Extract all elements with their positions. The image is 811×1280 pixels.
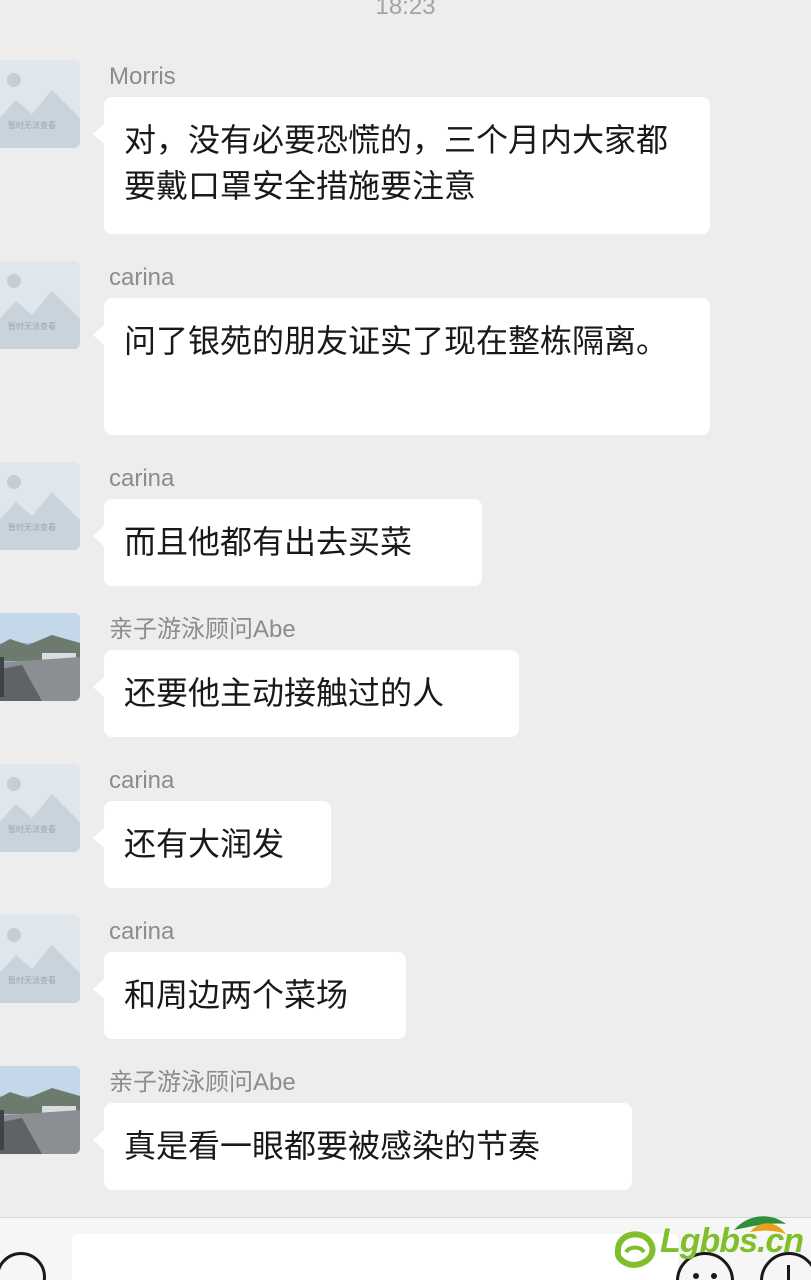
chat-screen: 18:23 暂时无法查看 Morris 对，没有必要恐慌的，三个月内大家都要戴口… xyxy=(0,0,811,1280)
sender-name: carina xyxy=(109,767,175,794)
voice-icon[interactable] xyxy=(0,1252,46,1280)
message-input[interactable] xyxy=(72,1234,678,1280)
avatar[interactable]: 暂时无法查看 xyxy=(0,261,80,349)
avatar-caption: 暂时无法查看 xyxy=(8,825,56,834)
avatar-caption: 暂时无法查看 xyxy=(8,976,56,985)
sender-name: carina xyxy=(109,264,175,291)
sender-name: carina xyxy=(109,918,175,945)
avatar-caption: 暂时无法查看 xyxy=(8,322,56,331)
message-bubble[interactable]: 对，没有必要恐慌的，三个月内大家都要戴口罩安全措施要注意 xyxy=(93,97,710,234)
avatar[interactable]: 暂时无法查看 xyxy=(0,764,80,852)
image-placeholder-icon xyxy=(0,928,80,1003)
message-timestamp: 18:23 xyxy=(375,0,436,20)
image-placeholder-icon xyxy=(0,73,80,148)
message-bubble[interactable]: 而且他都有出去买菜 xyxy=(93,499,482,586)
message-bubble[interactable]: 问了银苑的朋友证实了现在整栋隔离。 xyxy=(93,298,710,435)
avatar-caption: 暂时无法查看 xyxy=(8,121,56,130)
sender-name: 亲子游泳顾问Abe xyxy=(109,616,296,643)
avatar[interactable]: 暂时无法查看 xyxy=(0,462,80,550)
sender-name: 亲子游泳顾问Abe xyxy=(109,1069,296,1096)
avatar[interactable] xyxy=(0,1066,80,1154)
avatar-photo xyxy=(0,1066,80,1154)
image-placeholder-icon xyxy=(0,475,80,550)
avatar[interactable]: 暂时无法查看 xyxy=(0,60,80,148)
watermark-text: Lgbbs.cn xyxy=(660,1222,804,1260)
image-placeholder-icon xyxy=(0,274,80,349)
site-watermark: Lgbbs.cn xyxy=(612,1210,808,1276)
avatar-photo xyxy=(0,613,80,701)
sender-name: carina xyxy=(109,465,175,492)
avatar-caption: 暂时无法查看 xyxy=(8,523,56,532)
message-bubble[interactable]: 真是看一眼都要被感染的节奏 xyxy=(93,1103,632,1190)
sender-name: Morris xyxy=(109,63,176,90)
image-placeholder-icon xyxy=(0,777,80,852)
avatar[interactable]: 暂时无法查看 xyxy=(0,915,80,1003)
message-bubble[interactable]: 还有大润发 xyxy=(93,801,331,888)
message-bubble[interactable]: 和周边两个菜场 xyxy=(93,952,406,1039)
avatar[interactable] xyxy=(0,613,80,701)
message-bubble[interactable]: 还要他主动接触过的人 xyxy=(93,650,519,737)
